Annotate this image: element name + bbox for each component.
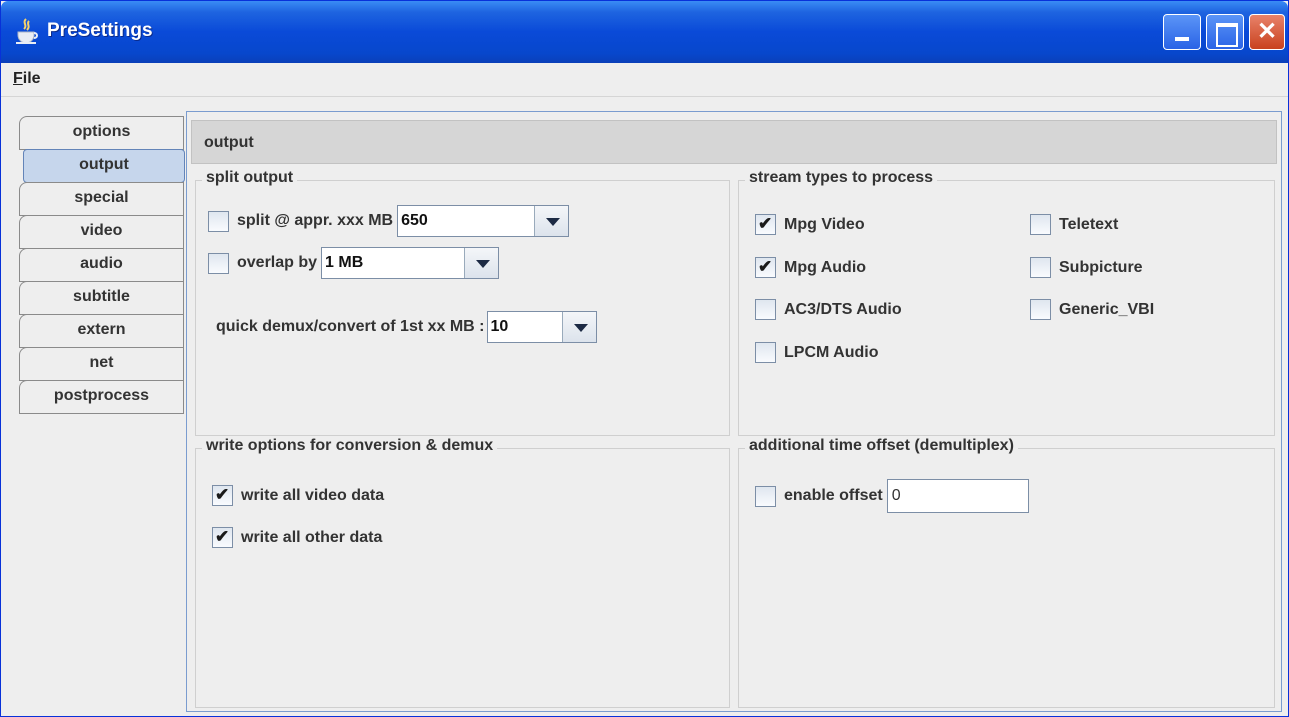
tab-subtitle[interactable]: subtitle: [19, 281, 184, 315]
overlap-value: 1 MB: [325, 254, 364, 271]
lpcm-audio-label: LPCM Audio: [784, 343, 879, 361]
subpicture-checkbox[interactable]: [1030, 257, 1051, 278]
tab-output[interactable]: output: [23, 149, 185, 183]
tab-extern[interactable]: extern: [19, 314, 184, 348]
subpicture-label: Subpicture: [1059, 258, 1143, 276]
tab-net[interactable]: net: [19, 347, 184, 381]
chevron-down-icon[interactable]: [561, 312, 596, 342]
chevron-down-icon[interactable]: [534, 206, 569, 236]
stream-types-title: stream types to process: [745, 169, 938, 187]
maximize-button[interactable]: [1206, 14, 1244, 50]
ac3-audio-row[interactable]: AC3/DTS Audio: [755, 299, 902, 320]
panel-header: output: [191, 120, 1277, 164]
menu-file-mnemonic: F: [13, 70, 23, 87]
write-options-group: write options for conversion & demux wri…: [195, 437, 730, 708]
menu-file-label-rest: ile: [22, 70, 41, 87]
time-offset-title: additional time offset (demultiplex): [745, 437, 1018, 455]
window-title: PreSettings: [47, 20, 153, 41]
lpcm-audio-row[interactable]: LPCM Audio: [755, 342, 879, 363]
menu-file[interactable]: File: [13, 70, 41, 88]
write-other-checkbox[interactable]: [212, 527, 233, 548]
split-output-group: split output split @ appr. xxx MB 650 ov…: [195, 169, 730, 436]
quick-demux-combo[interactable]: 10: [486, 311, 597, 343]
split-size-combo[interactable]: 650: [397, 205, 570, 237]
panel-title: output: [204, 134, 254, 151]
split-size-value: 650: [401, 212, 428, 229]
generic-vbi-row[interactable]: Generic_VBI: [1030, 299, 1154, 320]
tab-options[interactable]: options: [19, 116, 184, 150]
presettings-window: PreSettings ✕ File options output specia…: [0, 0, 1289, 717]
mpg-audio-label: Mpg Audio: [784, 258, 867, 276]
java-app-icon: [16, 18, 38, 44]
tab-audio[interactable]: audio: [19, 248, 184, 282]
tab-postprocess[interactable]: postprocess: [19, 380, 184, 414]
write-other-label: write all other data: [241, 528, 383, 546]
tab-special[interactable]: special: [19, 182, 184, 216]
chevron-down-icon[interactable]: [464, 248, 499, 278]
split-row: split @ appr. xxx MB 650: [208, 205, 570, 237]
generic-vbi-checkbox[interactable]: [1030, 299, 1051, 320]
stream-types-group: stream types to process Mpg Video Mpg Au…: [738, 169, 1275, 436]
mpg-audio-checkbox[interactable]: [755, 257, 776, 278]
overlap-combo[interactable]: 1 MB: [321, 247, 500, 279]
close-button[interactable]: ✕: [1249, 14, 1285, 50]
write-video-checkbox[interactable]: [212, 485, 233, 506]
title-bar[interactable]: PreSettings ✕: [1, 1, 1288, 63]
mpg-video-checkbox[interactable]: [755, 214, 776, 235]
tab-strip: options output special video audio subti…: [19, 116, 186, 414]
write-video-row[interactable]: write all video data: [212, 485, 384, 506]
quick-demux-row: quick demux/convert of 1st xx MB : 10: [216, 311, 597, 343]
overlap-label: overlap by: [237, 254, 318, 271]
minimize-button[interactable]: [1163, 14, 1201, 50]
mpg-video-label: Mpg Video: [784, 215, 865, 233]
time-offset-group: additional time offset (demultiplex) ena…: [738, 437, 1275, 708]
mpg-audio-row[interactable]: Mpg Audio: [755, 257, 866, 278]
offset-input[interactable]: 0: [886, 479, 1029, 513]
subpicture-row[interactable]: Subpicture: [1030, 257, 1143, 278]
quick-demux-value: 10: [490, 318, 509, 335]
write-other-row[interactable]: write all other data: [212, 527, 382, 548]
enable-offset-label: enable offset: [784, 487, 883, 504]
lpcm-audio-checkbox[interactable]: [755, 342, 776, 363]
split-output-title: split output: [202, 169, 298, 187]
generic-vbi-label: Generic_VBI: [1059, 300, 1155, 318]
teletext-checkbox[interactable]: [1030, 214, 1051, 235]
close-icon: ✕: [1256, 18, 1278, 45]
enable-offset-row: enable offset 0: [755, 479, 1029, 513]
output-panel: output split output split @ appr. xxx MB…: [186, 111, 1282, 712]
mpg-video-row[interactable]: Mpg Video: [755, 214, 865, 235]
teletext-label: Teletext: [1059, 215, 1119, 233]
write-video-label: write all video data: [241, 486, 385, 504]
write-options-title: write options for conversion & demux: [202, 437, 498, 455]
split-label: split @ appr. xxx MB: [237, 212, 394, 229]
overlap-row: overlap by 1 MB: [208, 247, 500, 279]
menu-bar: File: [1, 63, 1288, 97]
teletext-row[interactable]: Teletext: [1030, 214, 1118, 235]
overlap-checkbox[interactable]: [208, 252, 229, 274]
split-checkbox[interactable]: [208, 210, 229, 232]
quick-demux-label: quick demux/convert of 1st xx MB :: [216, 318, 485, 335]
ac3-audio-checkbox[interactable]: [755, 299, 776, 320]
enable-offset-checkbox[interactable]: [755, 485, 776, 507]
ac3-audio-label: AC3/DTS Audio: [784, 300, 902, 318]
tab-video[interactable]: video: [19, 215, 184, 249]
